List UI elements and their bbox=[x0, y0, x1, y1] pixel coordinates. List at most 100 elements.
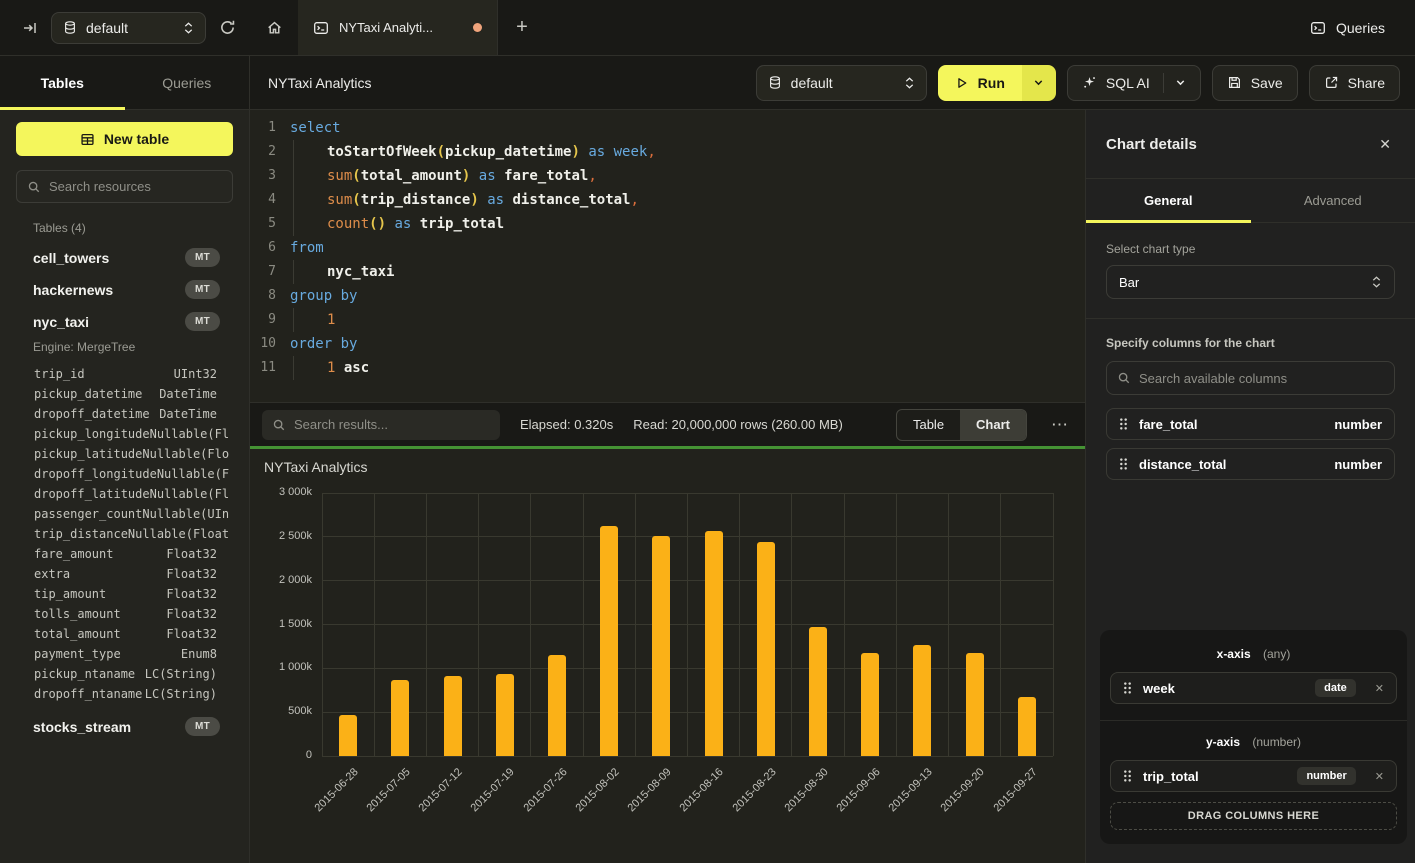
code-content: nyc_taxi bbox=[290, 260, 394, 284]
close-icon[interactable]: ✕ bbox=[1379, 136, 1391, 153]
code-line: 3sum(total_amount) as fare_total, bbox=[250, 164, 1085, 188]
column-row: tip_amountFloat32 bbox=[34, 584, 217, 604]
column-name: trip_id bbox=[34, 364, 85, 384]
sidebar-search-input[interactable] bbox=[17, 171, 232, 202]
view-toggle-table[interactable]: Table bbox=[897, 410, 960, 440]
results-toolbar: Elapsed: 0.320s Read: 20,000,000 rows (2… bbox=[250, 402, 1085, 446]
table-name: nyc_taxi bbox=[33, 314, 89, 330]
top-bar: default NYTaxi Analyti... + bbox=[0, 0, 1415, 56]
table-row[interactable]: hackernewsMT bbox=[33, 280, 233, 299]
line-number: 8 bbox=[250, 284, 276, 308]
code-line: 6from bbox=[250, 236, 1085, 260]
tab-advanced[interactable]: Advanced bbox=[1251, 179, 1415, 222]
collapse-sidebar-icon[interactable] bbox=[22, 20, 38, 36]
column-chip[interactable]: fare_totalnumber bbox=[1106, 408, 1395, 440]
table-row[interactable]: stocks_streamMT bbox=[33, 717, 233, 736]
sql-editor[interactable]: 1select2toStartOfWeek(pickup_datetime) a… bbox=[250, 110, 1085, 402]
chart-type-select[interactable]: Bar bbox=[1106, 265, 1395, 299]
sidebar-tab-tables[interactable]: Tables bbox=[0, 56, 125, 109]
tab-general[interactable]: General bbox=[1086, 179, 1251, 222]
new-table-button[interactable]: New table bbox=[16, 122, 233, 156]
drop-zone[interactable]: DRAG COLUMNS HERE bbox=[1110, 802, 1397, 830]
drag-handle-icon[interactable] bbox=[1119, 417, 1128, 431]
column-type: Nullable(Float bbox=[128, 524, 229, 544]
column-row: pickup_ntanameLC(String) bbox=[34, 664, 217, 684]
remove-column-icon[interactable]: ✕ bbox=[1375, 770, 1384, 783]
gridline-vertical bbox=[1000, 493, 1001, 756]
tables-section-label: Tables (4) bbox=[33, 221, 233, 235]
database-selector[interactable]: default bbox=[51, 12, 206, 44]
sidebar-tabs: Tables Queries bbox=[0, 56, 250, 110]
sql-ai-button[interactable]: SQL AI bbox=[1067, 65, 1201, 101]
share-label: Share bbox=[1348, 75, 1385, 91]
sidebar-search bbox=[16, 170, 233, 203]
column-type: Float32 bbox=[166, 584, 217, 604]
code-content: 1 asc bbox=[290, 356, 369, 380]
tab-nytaxi-analytics[interactable]: NYTaxi Analyti... bbox=[298, 0, 498, 55]
x-tick-label: 2015-07-12 bbox=[417, 766, 465, 814]
axis-column-chip[interactable]: trip_totalnumber✕ bbox=[1110, 760, 1397, 792]
gridline-vertical bbox=[1053, 493, 1054, 756]
panel-body: Select chart type Bar Specify columns fo… bbox=[1086, 223, 1415, 480]
play-icon bbox=[955, 76, 969, 90]
column-row: dropoff_datetime DateTime bbox=[34, 404, 217, 424]
chart-bar bbox=[391, 680, 409, 756]
home-button[interactable] bbox=[250, 0, 298, 55]
column-type: DateTime bbox=[159, 404, 217, 424]
column-type: LC(String) bbox=[145, 684, 217, 704]
column-name: dropoff_datetime bbox=[34, 404, 150, 424]
y-axis-chips: trip_totalnumber✕ bbox=[1110, 760, 1397, 792]
column-name: tolls_amount bbox=[34, 604, 121, 624]
database-value: default bbox=[86, 20, 174, 36]
search-icon bbox=[1117, 371, 1131, 385]
table-name: hackernews bbox=[33, 282, 113, 298]
drag-handle-icon[interactable] bbox=[1119, 457, 1128, 471]
code-line: 4sum(trip_distance) as distance_total, bbox=[250, 188, 1085, 212]
terminal-icon bbox=[1310, 20, 1326, 36]
table-name: cell_towers bbox=[33, 250, 109, 266]
column-chip-type: number bbox=[1334, 417, 1382, 432]
tables-list: cell_towersMThackernewsMTnyc_taxiMTEngin… bbox=[16, 248, 233, 736]
view-toggle-chart[interactable]: Chart bbox=[960, 410, 1026, 440]
gridline-vertical bbox=[791, 493, 792, 756]
code-line: 11 1 asc bbox=[250, 356, 1085, 380]
column-chip[interactable]: distance_totalnumber bbox=[1106, 448, 1395, 480]
toolbar-database-selector[interactable]: default bbox=[756, 65, 927, 101]
drag-handle-icon[interactable] bbox=[1123, 681, 1132, 695]
new-tab-button[interactable]: + bbox=[498, 0, 546, 55]
code-line: 2toStartOfWeek(pickup_datetime) as week, bbox=[250, 140, 1085, 164]
topbar-left: default bbox=[0, 0, 250, 55]
column-name: dropoff_longitude bbox=[34, 464, 157, 484]
run-options-caret[interactable] bbox=[1022, 65, 1056, 101]
results-search bbox=[262, 410, 500, 440]
column-row: pickup_datetimeDateTime bbox=[34, 384, 217, 404]
share-icon bbox=[1324, 75, 1339, 90]
sql-ai-options-caret[interactable] bbox=[1163, 73, 1186, 93]
axis-chip-name: week bbox=[1143, 681, 1175, 696]
share-button[interactable]: Share bbox=[1309, 65, 1400, 101]
code-content: count() as trip_total bbox=[290, 212, 504, 236]
remove-column-icon[interactable]: ✕ bbox=[1375, 682, 1384, 695]
drag-handle-icon[interactable] bbox=[1123, 769, 1132, 783]
columns-search-input[interactable] bbox=[1107, 362, 1394, 394]
results-search-input[interactable] bbox=[262, 410, 500, 440]
run-button[interactable]: Run bbox=[938, 65, 1056, 101]
axis-column-chip[interactable]: weekdate✕ bbox=[1110, 672, 1397, 704]
refresh-icon[interactable] bbox=[219, 19, 236, 36]
sidebar-tab-queries[interactable]: Queries bbox=[125, 56, 250, 109]
save-button[interactable]: Save bbox=[1212, 65, 1298, 101]
more-options-icon[interactable]: ⋯ bbox=[1047, 415, 1073, 435]
column-type: UInt32 bbox=[174, 364, 217, 384]
table-row[interactable]: cell_towersMT bbox=[33, 248, 233, 267]
x-tick-label: 2015-09-27 bbox=[991, 766, 1039, 814]
x-axis-chips: weekdate✕ bbox=[1110, 672, 1397, 704]
y-tick-label: 3 000k bbox=[252, 486, 312, 498]
code-line: 10order by bbox=[250, 332, 1085, 356]
column-row: trip_id UInt32 bbox=[34, 364, 217, 384]
code-lines: 1select2toStartOfWeek(pickup_datetime) a… bbox=[250, 116, 1085, 380]
line-number: 11 bbox=[250, 356, 276, 380]
engine-badge: MT bbox=[185, 312, 220, 331]
table-row[interactable]: nyc_taxi MT bbox=[33, 312, 233, 331]
database-value: default bbox=[791, 75, 833, 91]
queries-button[interactable]: Queries bbox=[1310, 0, 1385, 55]
